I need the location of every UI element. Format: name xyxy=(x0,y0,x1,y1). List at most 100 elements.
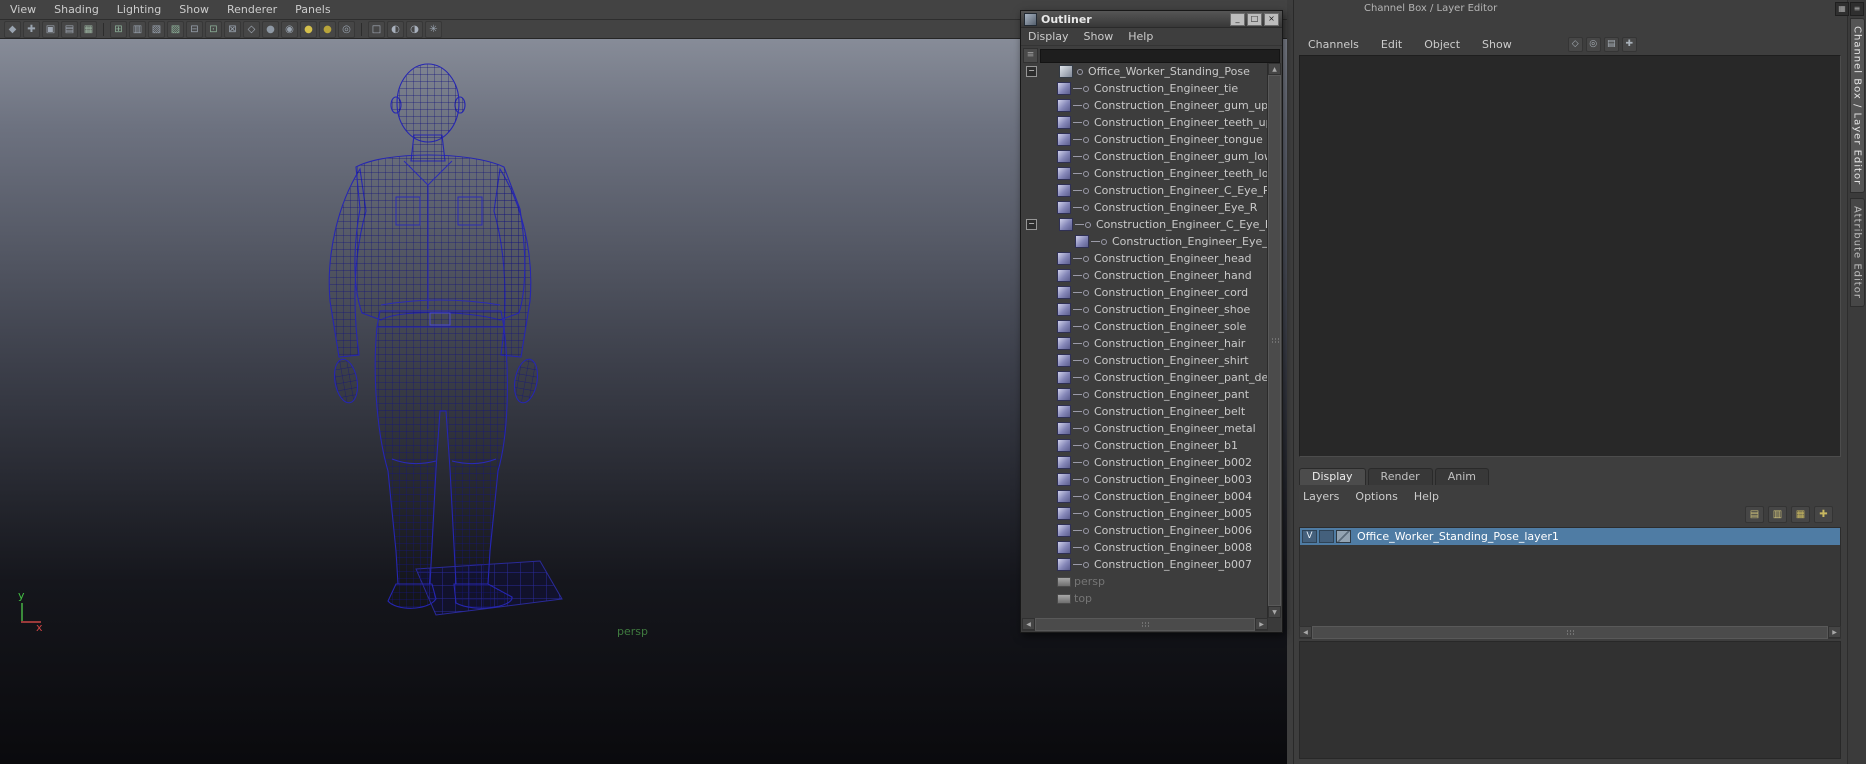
outliner-menu-display[interactable]: Display xyxy=(1028,30,1069,43)
outliner-row-construction-engineer-tongue[interactable]: Construction_Engineer_tongue xyxy=(1022,131,1268,148)
isolate-select-icon[interactable]: ◐ xyxy=(387,20,404,38)
scroll-down-arrow[interactable]: ▼ xyxy=(1268,606,1281,618)
safe-title-icon[interactable]: ⊠ xyxy=(224,20,241,38)
side-tab-attribute-editor[interactable]: Attribute Editor xyxy=(1849,198,1865,308)
channel-box-menu-object[interactable]: Object xyxy=(1424,38,1460,51)
outliner-row-construction-engineer-head[interactable]: Construction_Engineer_head xyxy=(1022,250,1268,267)
outliner-row-construction-engineer-hand[interactable]: Construction_Engineer_hand xyxy=(1022,267,1268,284)
hyperbolic-icon[interactable]: ◎ xyxy=(1585,37,1601,52)
scrollbar-thumb[interactable] xyxy=(1035,618,1255,631)
outliner-row-office-worker-standing-pose[interactable]: − Office_Worker_Standing_Pose xyxy=(1022,63,1268,80)
expander-icon[interactable]: − xyxy=(1026,219,1037,230)
camera-lock-icon[interactable]: ▣ xyxy=(42,20,59,38)
wireframe-mode-icon[interactable]: ◇ xyxy=(243,20,260,38)
layer-visibility-toggle[interactable]: V xyxy=(1302,530,1317,543)
minimize-button[interactable]: _ xyxy=(1230,12,1245,26)
outliner-row-construction-engineer-b003[interactable]: Construction_Engineer_b003 xyxy=(1022,471,1268,488)
expander-icon[interactable]: − xyxy=(1026,66,1037,77)
scroll-up-arrow[interactable]: ▲ xyxy=(1268,63,1281,75)
view-cube-icon[interactable]: ◆ xyxy=(4,20,21,38)
outliner-row-top[interactable]: top xyxy=(1022,590,1268,607)
exposure-icon[interactable]: ◑ xyxy=(406,20,423,38)
shaded-mode-icon[interactable]: ● xyxy=(262,20,279,38)
textured-mode-icon[interactable]: ◉ xyxy=(281,20,298,38)
outliner-row-construction-engineer-c-eye-l[interactable]: − Construction_Engineer_C_Eye_L xyxy=(1022,216,1268,233)
gate-mask-icon[interactable]: ▨ xyxy=(167,20,184,38)
outliner-row-construction-engineer-b006[interactable]: Construction_Engineer_b006 xyxy=(1022,522,1268,539)
filter-icon[interactable]: ≡ xyxy=(1023,48,1038,63)
outliner-menu-help[interactable]: Help xyxy=(1128,30,1153,43)
screen-ao-icon[interactable]: ◎ xyxy=(338,20,355,38)
outliner-row-construction-engineer-c-eye-r[interactable]: Construction_Engineer_C_Eye_R xyxy=(1022,182,1268,199)
outliner-row-construction-engineer-pant-detail[interactable]: Construction_Engineer_pant_detail xyxy=(1022,369,1268,386)
viewport-menu-panels[interactable]: Panels xyxy=(295,3,330,16)
scroll-left-arrow[interactable]: ◀ xyxy=(1299,626,1312,638)
outliner-row-construction-engineer-belt[interactable]: Construction_Engineer_belt xyxy=(1022,403,1268,420)
move-layer-up-icon[interactable]: ▤ xyxy=(1745,506,1764,523)
outliner-row-construction-engineer-gum-upper[interactable]: Construction_Engineer_gum_upper xyxy=(1022,97,1268,114)
channel-box-menu-channels[interactable]: Channels xyxy=(1308,38,1359,51)
outliner-titlebar[interactable]: Outliner _ □ × xyxy=(1021,11,1282,28)
character-body[interactable] xyxy=(328,63,540,609)
channel-box-menu-edit[interactable]: Edit xyxy=(1381,38,1402,51)
outliner-filter-input[interactable] xyxy=(1040,48,1280,63)
new-layer-from-selected-icon[interactable]: ✚ xyxy=(1814,506,1833,523)
outliner-vertical-scrollbar[interactable]: ▲ ▼ xyxy=(1267,63,1281,618)
outliner-row-construction-engineer-teeth-upper[interactable]: Construction_Engineer_teeth_upper xyxy=(1022,114,1268,131)
viewport-menu-renderer[interactable]: Renderer xyxy=(227,3,277,16)
tab-display[interactable]: Display xyxy=(1299,468,1366,485)
outliner-row-persp[interactable]: persp xyxy=(1022,573,1268,590)
layer-menu-options[interactable]: Options xyxy=(1355,490,1397,503)
outliner-row-construction-engineer-gum-lower[interactable]: Construction_Engineer_gum_lower xyxy=(1022,148,1268,165)
outliner-row-construction-engineer-eye-l[interactable]: Construction_Engineer_Eye_L xyxy=(1022,233,1268,250)
outliner-row-construction-engineer-b004[interactable]: Construction_Engineer_b004 xyxy=(1022,488,1268,505)
new-empty-layer-icon[interactable]: ▦ xyxy=(1791,506,1810,523)
outliner-row-construction-engineer-b008[interactable]: Construction_Engineer_b008 xyxy=(1022,539,1268,556)
channel-box-menu-show[interactable]: Show xyxy=(1482,38,1512,51)
scrollbar-thumb[interactable] xyxy=(1312,626,1828,639)
viewport-menu-show[interactable]: Show xyxy=(179,3,209,16)
outliner-row-construction-engineer-eye-r[interactable]: Construction_Engineer_Eye_R xyxy=(1022,199,1268,216)
close-button[interactable]: × xyxy=(1264,12,1279,26)
bookmark-icon[interactable]: ▤ xyxy=(61,20,78,38)
resize-corner[interactable] xyxy=(1268,618,1281,631)
viewport-menu-lighting[interactable]: Lighting xyxy=(117,3,161,16)
panel-menu-icon[interactable]: ≡ xyxy=(1850,2,1864,16)
tab-render[interactable]: Render xyxy=(1367,468,1433,485)
outliner-row-construction-engineer-b007[interactable]: Construction_Engineer_b007 xyxy=(1022,556,1268,573)
outliner-menu-show[interactable]: Show xyxy=(1084,30,1114,43)
field-chart-icon[interactable]: ⊟ xyxy=(186,20,203,38)
layer-color-swatch[interactable] xyxy=(1336,530,1351,543)
outliner-row-construction-engineer-cord[interactable]: Construction_Engineer_cord xyxy=(1022,284,1268,301)
resolution-gate-icon[interactable]: ▧ xyxy=(148,20,165,38)
move-layer-down-icon[interactable]: ▥ xyxy=(1768,506,1787,523)
xray-icon[interactable]: □ xyxy=(368,20,385,38)
grid-toggle-icon[interactable]: ⊞ xyxy=(110,20,127,38)
shadows-icon[interactable]: ● xyxy=(319,20,336,38)
layer-row-office-worker-standing-pose-layer1[interactable]: V Office_Worker_Standing_Pose_layer1 xyxy=(1300,528,1840,545)
outliner-row-construction-engineer-b002[interactable]: Construction_Engineer_b002 xyxy=(1022,454,1268,471)
outliner-row-construction-engineer-metal[interactable]: Construction_Engineer_metal xyxy=(1022,420,1268,437)
options-icon[interactable]: ✚ xyxy=(1621,37,1637,52)
outliner-row-construction-engineer-tie[interactable]: Construction_Engineer_tie xyxy=(1022,80,1268,97)
image-plane-icon[interactable]: ▦ xyxy=(80,20,97,38)
scroll-right-arrow[interactable]: ▶ xyxy=(1828,626,1841,638)
scroll-right-arrow[interactable]: ▶ xyxy=(1255,618,1268,630)
channel-box-area[interactable] xyxy=(1299,55,1841,457)
share-view-icon[interactable]: ✳ xyxy=(425,20,442,38)
outliner-row-construction-engineer-shoe[interactable]: Construction_Engineer_shoe xyxy=(1022,301,1268,318)
layer-menu-help[interactable]: Help xyxy=(1414,490,1439,503)
layer-menu-layers[interactable]: Layers xyxy=(1303,490,1339,503)
stats-icon[interactable]: ▤ xyxy=(1603,37,1619,52)
side-tab-channel-box-layer-editor[interactable]: Channel Box / Layer Editor xyxy=(1849,18,1865,194)
outliner-row-construction-engineer-teeth-lower[interactable]: Construction_Engineer_teeth_lower xyxy=(1022,165,1268,182)
layer-horizontal-scrollbar[interactable]: ◀ ▶ xyxy=(1299,626,1841,639)
layer-playback-toggle[interactable] xyxy=(1319,530,1334,543)
outliner-row-construction-engineer-pant[interactable]: Construction_Engineer_pant xyxy=(1022,386,1268,403)
restore-button[interactable]: □ xyxy=(1247,12,1262,26)
outliner-row-construction-engineer-hair[interactable]: Construction_Engineer_hair xyxy=(1022,335,1268,352)
safe-action-icon[interactable]: ⊡ xyxy=(205,20,222,38)
lighting-icon[interactable]: ● xyxy=(300,20,317,38)
scroll-left-arrow[interactable]: ◀ xyxy=(1022,618,1035,630)
outliner-row-construction-engineer-sole[interactable]: Construction_Engineer_sole xyxy=(1022,318,1268,335)
